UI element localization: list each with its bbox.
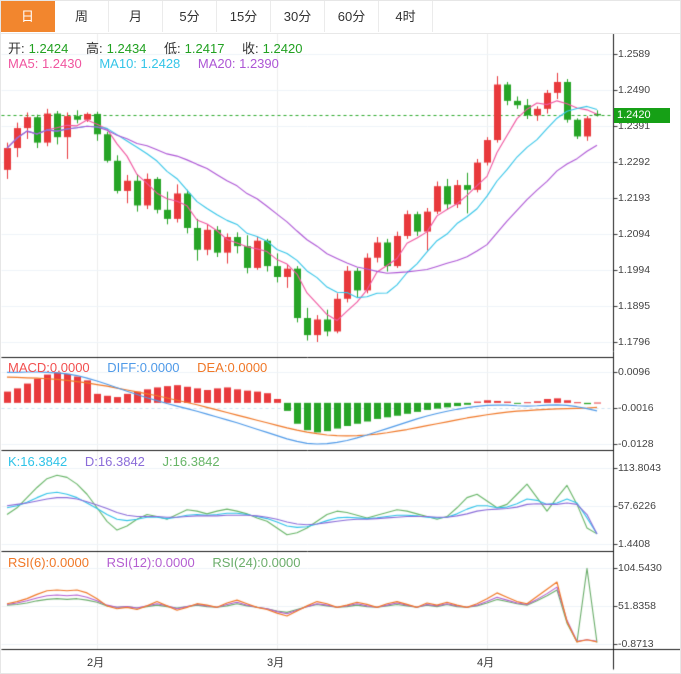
rsi-axis-tick: 51.8358 [618, 600, 656, 612]
low-value: 1.2417 [184, 41, 225, 56]
rsi6-legend-value: RSI(6):0.0000 [8, 555, 89, 570]
tab-day[interactable]: 日 [1, 1, 55, 32]
price-axis-tick: 1.2193 [618, 192, 651, 204]
tab-4hour[interactable]: 4时 [379, 1, 433, 32]
kdj-axis-tick: 1.4408 [618, 538, 651, 550]
open-label: 开: [8, 41, 25, 56]
diff-legend-value: DIFF:0.0000 [107, 360, 180, 375]
price-axis-tick: 1.2292 [618, 156, 651, 168]
macd-legend: MACD:0.0000 DIFF:0.0000 DEA:0.0000 [8, 360, 271, 375]
rsi-axis-tick: 104.5430 [618, 562, 662, 574]
ma-legend: MA5: 1.2430 MA10: 1.2428 MA20: 1.2390 [8, 56, 283, 71]
kdj-legend: K:16.3842 D:16.3842 J:16.3842 [8, 454, 224, 469]
dea-legend-value: DEA:0.0000 [197, 360, 268, 375]
price-axis-tick: 1.1994 [618, 264, 651, 276]
price-axis-tick: 1.2589 [618, 48, 651, 60]
month-axis-label: 2月 [87, 657, 105, 669]
month-axis-label: 4月 [477, 657, 495, 669]
low-label: 低: [164, 41, 181, 56]
kline-chart-window: 日 周 月 5分 15分 30分 60分 4时 开: 1.2424 高: 1.243… [0, 0, 681, 674]
open-value: 1.2424 [28, 41, 69, 56]
ma10-legend-value: MA10: 1.2428 [99, 56, 181, 71]
rsi-axis-tick: -0.8713 [618, 638, 654, 650]
j-legend-value: J:16.3842 [162, 454, 220, 469]
ma5-legend-value: MA5: 1.2430 [8, 56, 82, 71]
kdj-axis-tick: 113.8043 [618, 462, 662, 474]
macd-axis-tick: 0.0096 [618, 366, 651, 378]
tab-month[interactable]: 月 [109, 1, 163, 32]
k-legend-value: K:16.3842 [8, 454, 68, 469]
tab-week[interactable]: 周 [55, 1, 109, 32]
tab-30min[interactable]: 30分 [271, 1, 325, 32]
kdj-axis-tick: 57.6226 [618, 500, 656, 512]
price-axis-tick: 1.1796 [618, 336, 651, 348]
price-axis-tick: 1.2490 [618, 84, 651, 96]
tab-60min[interactable]: 60分 [325, 1, 379, 32]
close-value: 1.2420 [262, 41, 303, 56]
d-legend-value: D:16.3842 [84, 454, 145, 469]
current-price-badge: 1.2420 [614, 108, 670, 123]
tab-5min[interactable]: 5分 [163, 1, 217, 32]
rsi-legend: RSI(6):0.0000 RSI(12):0.0000 RSI(24):0.0… [8, 555, 305, 570]
period-tabbar: 日 周 月 5分 15分 30分 60分 4时 [1, 1, 680, 34]
macd-legend-value: MACD:0.0000 [8, 360, 90, 375]
ohlc-legend: 开: 1.2424 高: 1.2434 低: 1.2417 收: 1.2420 [8, 38, 306, 57]
close-label: 收: [242, 41, 259, 56]
rsi24-legend-value: RSI(24):0.0000 [212, 555, 301, 570]
ma20-legend-value: MA20: 1.2390 [197, 56, 279, 71]
tab-15min[interactable]: 15分 [217, 1, 271, 32]
high-label: 高: [86, 41, 103, 56]
macd-axis-tick: -0.0016 [618, 402, 654, 414]
rsi12-legend-value: RSI(12):0.0000 [106, 555, 195, 570]
month-axis-label: 3月 [267, 657, 285, 669]
price-axis-tick: 1.2094 [618, 228, 651, 240]
price-axis-tick: 1.1895 [618, 300, 651, 312]
macd-axis-tick: -0.0128 [618, 438, 654, 450]
high-value: 1.2434 [106, 41, 147, 56]
candlestick-chart-canvas[interactable] [1, 1, 680, 673]
